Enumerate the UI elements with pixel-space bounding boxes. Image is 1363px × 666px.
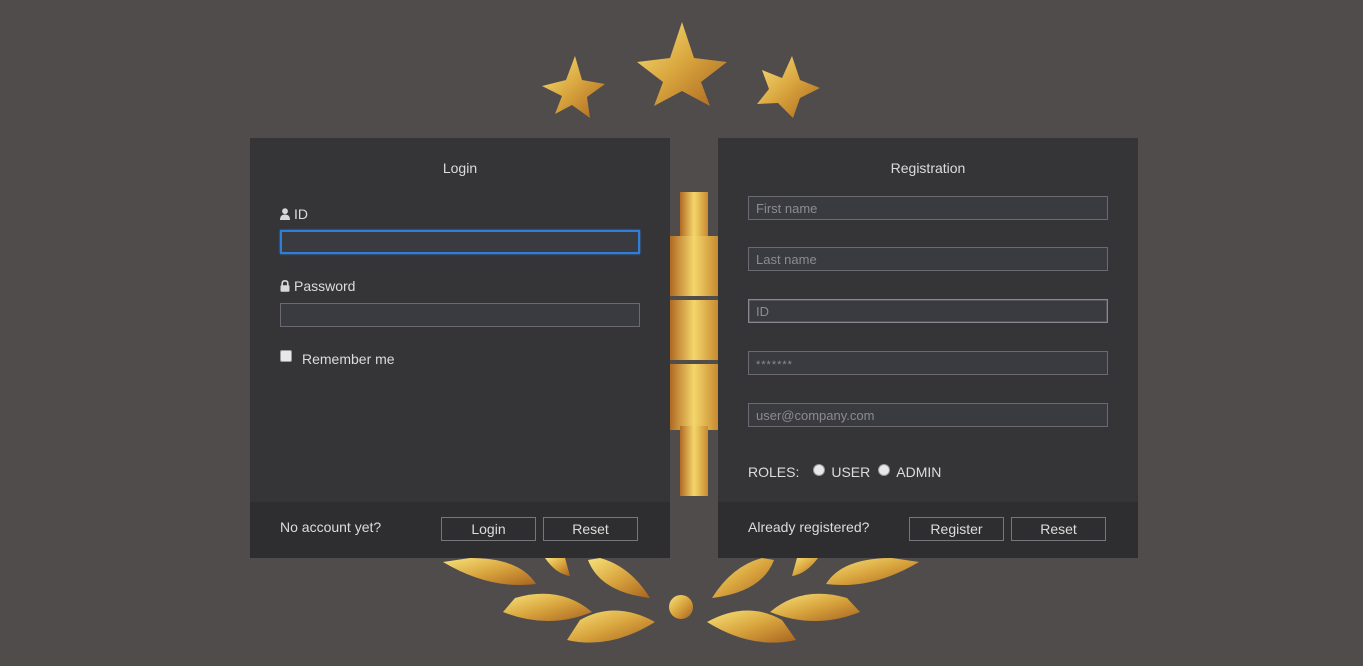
star-icon [637,22,727,106]
no-account-link[interactable]: No account yet? [280,519,381,535]
roles-row: ROLES: USER ADMIN [748,464,941,480]
id-label: ID [280,206,308,222]
remember-me-checkbox[interactable] [280,350,292,362]
last-name-input[interactable] [748,247,1108,271]
emblem-logo [443,22,919,643]
register-button[interactable]: Register [909,517,1004,541]
registration-title: Registration [890,160,966,176]
role-admin-label: ADMIN [896,464,942,480]
login-panel: Login ID Password Remember me No account… [250,138,670,558]
role-user-label: USER [831,464,871,480]
lock-icon [280,280,290,292]
roles-label: ROLES: [748,464,800,480]
login-button[interactable]: Login [441,517,536,541]
login-footer: No account yet? Login Reset [250,502,670,558]
laurel-wreath-icon [443,558,919,643]
login-reset-button[interactable]: Reset [543,517,638,541]
password-label: Password [280,278,355,294]
password-label-text: Password [294,278,356,294]
already-registered-link[interactable]: Already registered? [748,519,869,535]
register-reset-button[interactable]: Reset [1011,517,1106,541]
star-icon [542,56,605,118]
register-password-input[interactable] [748,351,1108,375]
login-id-input[interactable] [280,230,640,254]
star-icon [757,56,820,118]
remember-me-label: Remember me [302,351,395,367]
id-label-text: ID [294,206,308,222]
login-password-input[interactable] [280,303,640,327]
registration-panel: Registration ROLES: USER ADMIN Already r… [718,138,1138,558]
first-name-input[interactable] [748,196,1108,220]
role-admin-radio[interactable] [878,464,891,476]
login-title: Login [442,160,478,176]
role-user-radio[interactable] [813,464,826,476]
email-input[interactable] [748,403,1108,427]
user-icon [280,208,290,220]
register-id-input[interactable] [748,299,1108,323]
bitcoin-symbol-icon [670,192,718,496]
registration-footer: Already registered? Register Reset [718,502,1138,558]
